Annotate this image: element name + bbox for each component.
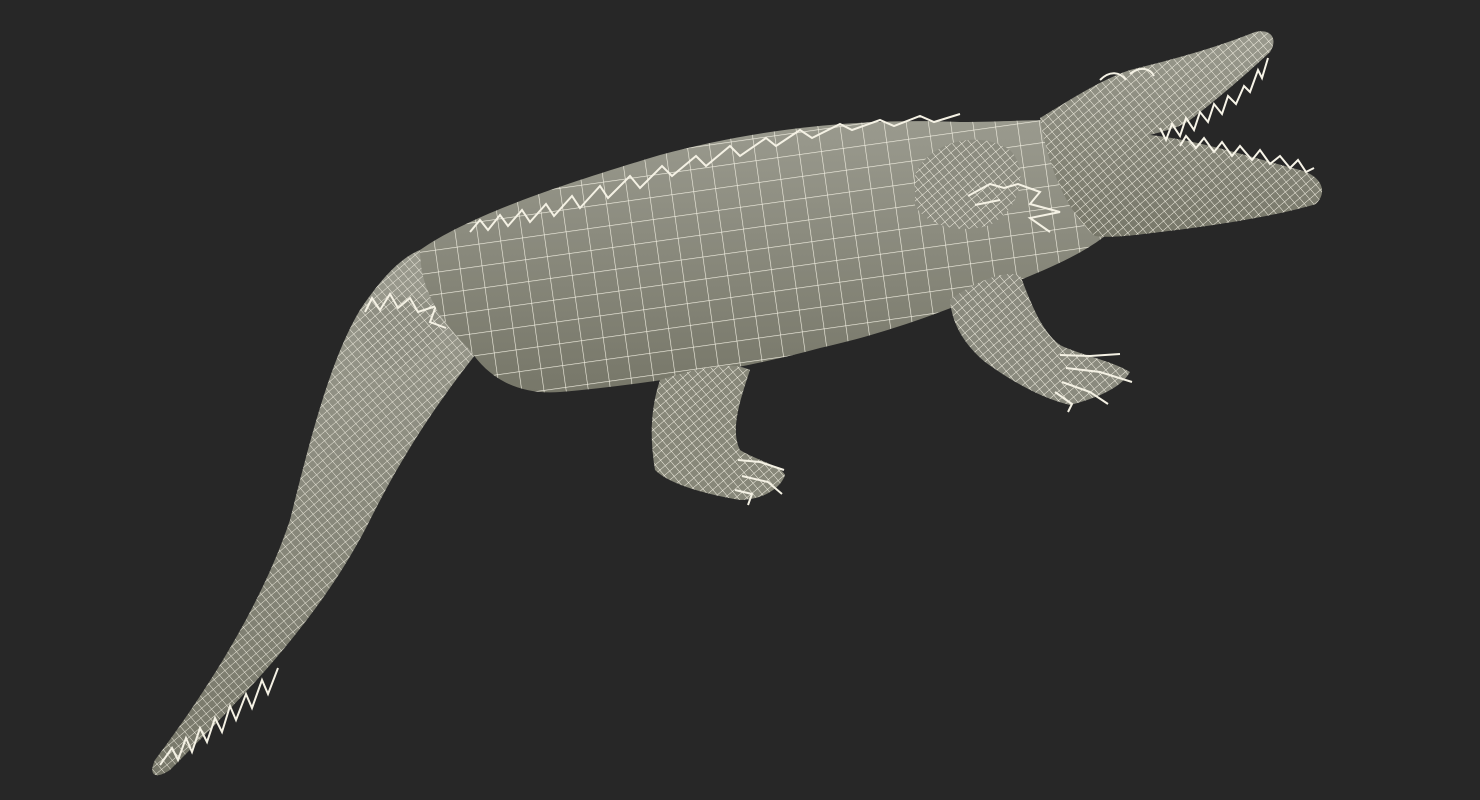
crocodile-wireframe-model xyxy=(152,31,1323,776)
back-right-leg xyxy=(651,365,785,506)
3d-viewport[interactable] xyxy=(0,0,1480,800)
head xyxy=(1040,31,1323,237)
front-right-leg xyxy=(950,274,1133,413)
